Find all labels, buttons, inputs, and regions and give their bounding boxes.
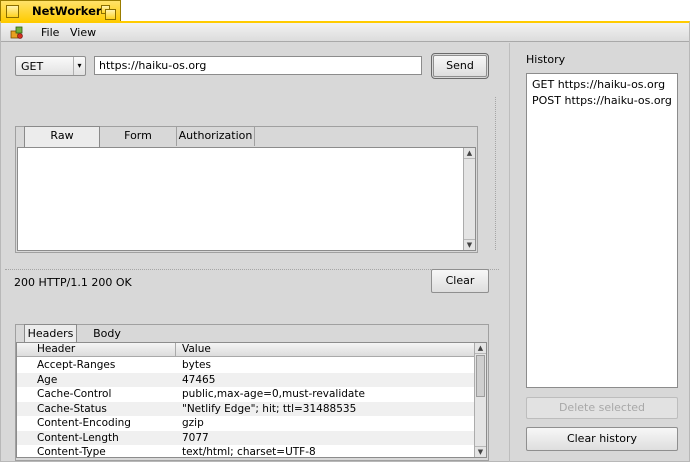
- request-body-textarea[interactable]: ▲ ▼: [17, 147, 476, 251]
- table-row[interactable]: Content-Encoding gzip: [17, 416, 475, 431]
- scroll-down-icon[interactable]: ▼: [464, 239, 475, 250]
- tab-form[interactable]: Form: [100, 127, 177, 146]
- column-header-name[interactable]: Header: [37, 343, 75, 356]
- table-row[interactable]: Cache-Status "Netlify Edge"; hit; ttl=31…: [17, 401, 475, 416]
- table-row[interactable]: Age 47465: [17, 372, 475, 387]
- response-status: 200 HTTP/1.1 200 OK: [14, 276, 132, 289]
- delete-selected-button[interactable]: Delete selected: [526, 397, 678, 419]
- clear-history-button[interactable]: Clear history: [526, 427, 678, 451]
- table-body: Accept-Ranges bytes Age 47465 Cache-Cont…: [17, 358, 475, 457]
- scroll-down-icon[interactable]: ▼: [475, 446, 486, 457]
- table-row[interactable]: Cache-Control public,max-age=0,must-reva…: [17, 387, 475, 402]
- menu-file[interactable]: File: [41, 26, 59, 39]
- method-dropdown[interactable]: GET ▾: [15, 56, 86, 76]
- window-tab[interactable]: NetWorker: [0, 0, 121, 22]
- menu-view[interactable]: View: [70, 26, 96, 39]
- scroll-up-icon[interactable]: ▲: [475, 343, 486, 354]
- menu-bar: File View: [1, 23, 689, 42]
- send-button[interactable]: Send: [431, 53, 489, 79]
- column-header-value[interactable]: Value: [175, 343, 211, 356]
- url-input[interactable]: https://haiku-os.org: [94, 56, 422, 75]
- history-list[interactable]: GET https://haiku-os.org POST https://ha…: [526, 73, 678, 388]
- method-value: GET: [21, 60, 44, 73]
- table-header: Header Value: [17, 343, 475, 357]
- request-response-panel: GET ▾ https://haiku-os.org Send Raw Form…: [1, 43, 508, 462]
- scroll-up-icon[interactable]: ▲: [464, 148, 475, 159]
- app-window: File View GET ▾ https://haiku-os.org Sen…: [0, 21, 690, 462]
- request-body-scrollbar[interactable]: ▲ ▼: [463, 148, 475, 250]
- history-panel: History GET https://haiku-os.org POST ht…: [509, 43, 689, 462]
- app-menu-icon[interactable]: [10, 26, 24, 39]
- divider: [495, 97, 496, 250]
- history-title: History: [526, 53, 566, 66]
- zoom-window-icon[interactable]: [101, 5, 116, 20]
- request-tabview: Raw Form Authorization ▲ ▼: [15, 126, 478, 253]
- headers-table-scrollbar[interactable]: ▲ ▼: [474, 343, 486, 457]
- table-row[interactable]: Content-Length 7077: [17, 430, 475, 445]
- list-item[interactable]: GET https://haiku-os.org: [532, 78, 665, 91]
- close-window-icon[interactable]: [6, 5, 19, 18]
- clear-button[interactable]: Clear: [431, 269, 489, 293]
- tab-raw[interactable]: Raw: [24, 126, 100, 147]
- dropdown-arrow-icon: ▾: [73, 57, 85, 75]
- headers-table[interactable]: Header Value Accept-Ranges bytes Age 474…: [16, 342, 487, 458]
- table-row[interactable]: Content-Type text/html; charset=UTF-8: [17, 445, 475, 457]
- tab-authorization[interactable]: Authorization: [177, 127, 255, 146]
- table-row[interactable]: Accept-Ranges bytes: [17, 358, 475, 373]
- list-item[interactable]: POST https://haiku-os.org: [532, 94, 672, 107]
- divider: [5, 269, 499, 270]
- window-title: NetWorker: [32, 4, 102, 18]
- scroll-thumb[interactable]: [476, 355, 485, 397]
